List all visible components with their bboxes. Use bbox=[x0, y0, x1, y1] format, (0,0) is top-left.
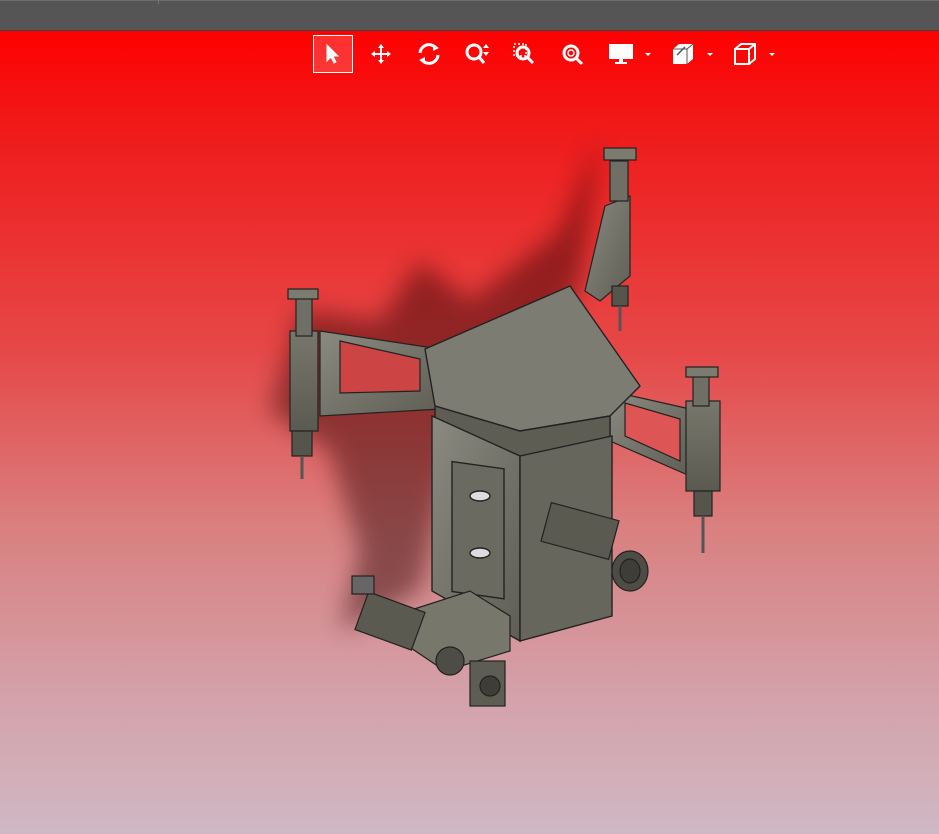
section-cube-icon bbox=[673, 43, 694, 64]
select-button[interactable] bbox=[313, 35, 353, 73]
cube-view-icon bbox=[734, 43, 756, 65]
cad-model[interactable] bbox=[0, 31, 939, 834]
display-style-button[interactable] bbox=[601, 35, 641, 73]
monitor-icon bbox=[609, 44, 633, 64]
rotate-button[interactable] bbox=[409, 35, 449, 73]
zoom-updown-icon bbox=[465, 43, 489, 64]
title-bar bbox=[0, 0, 939, 31]
section-dropdown[interactable] bbox=[663, 35, 715, 73]
chevron-down-icon bbox=[645, 53, 651, 56]
title-bar-top-line bbox=[0, 0, 939, 1]
view-orientation-dropdown[interactable] bbox=[725, 35, 777, 73]
chevron-down-icon bbox=[707, 53, 713, 56]
zoom-button[interactable] bbox=[457, 35, 497, 73]
3d-viewport[interactable] bbox=[0, 31, 939, 834]
title-bar-separator bbox=[158, 0, 159, 4]
view-toolbar bbox=[313, 34, 787, 74]
section-button[interactable] bbox=[663, 35, 703, 73]
zoom-window-button[interactable] bbox=[505, 35, 545, 73]
pan-move-icon bbox=[371, 44, 391, 64]
pan-button[interactable] bbox=[361, 35, 401, 73]
zoom-fit-icon bbox=[562, 44, 584, 66]
zoom-fit-button[interactable] bbox=[553, 35, 593, 73]
view-orientation-button[interactable] bbox=[725, 35, 765, 73]
rotate-icon bbox=[418, 43, 440, 65]
select-arrow-icon bbox=[326, 43, 340, 64]
display-style-dropdown[interactable] bbox=[601, 35, 653, 73]
zoom-window-icon bbox=[513, 43, 535, 65]
chevron-down-icon bbox=[769, 53, 775, 56]
